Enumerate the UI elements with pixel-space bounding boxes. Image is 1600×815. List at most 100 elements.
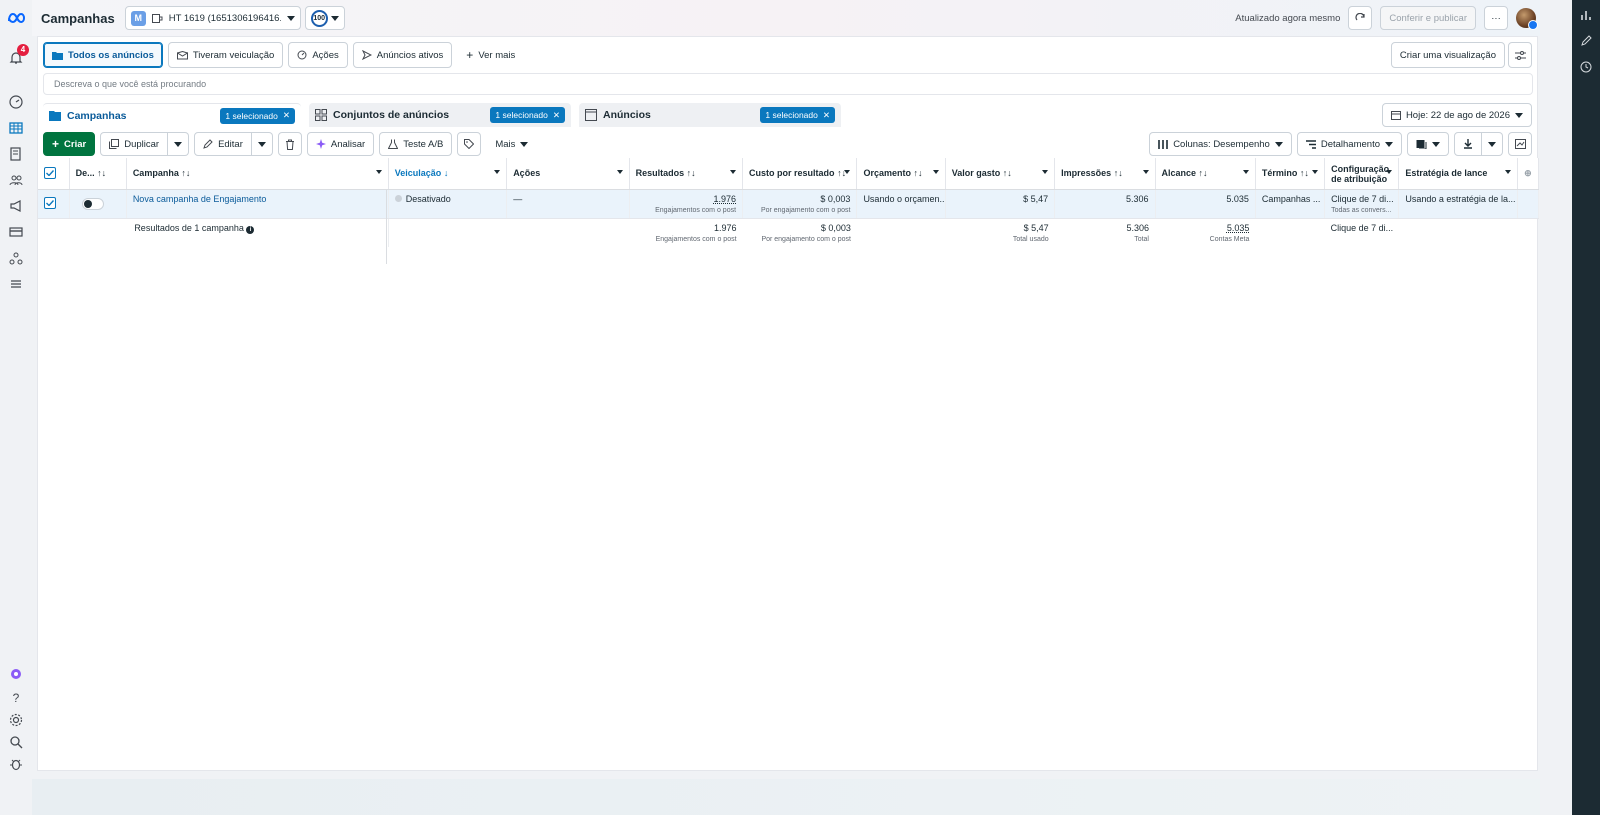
campaign-name-link[interactable]: Nova campanha de Engajamento <box>133 194 267 204</box>
more-options-button[interactable]: ··· <box>1484 6 1508 30</box>
settings-gear-icon[interactable] <box>6 710 26 730</box>
menu-hamburger-icon[interactable] <box>6 274 26 294</box>
chevron-down-icon[interactable] <box>616 170 623 174</box>
edit-dropdown[interactable] <box>251 132 273 156</box>
ab-test-button[interactable]: Teste A/B <box>379 132 453 156</box>
tab-adsets[interactable]: Conjuntos de anúncios 1 selecionado ✕ <box>309 103 571 127</box>
chevron-down-icon[interactable] <box>730 170 737 174</box>
column-header-campaign[interactable]: Campanha ↑↓ <box>126 158 389 190</box>
megaphone-icon[interactable] <box>6 196 26 216</box>
chevron-down-icon[interactable] <box>1312 170 1319 174</box>
sort-icon: ↑↓ <box>913 168 923 179</box>
chevron-down-icon[interactable] <box>494 170 501 174</box>
breakdown-button[interactable]: Detalhamento <box>1296 132 1402 156</box>
results-value[interactable]: 1.976 <box>714 194 737 204</box>
avatar[interactable] <box>1516 8 1538 30</box>
column-header-attribution[interactable]: Configuração de atribuição <box>1324 158 1400 190</box>
column-header-toggle[interactable]: De... ↑↓ <box>69 158 127 190</box>
column-header-amount-spent[interactable]: Valor gasto ↑↓ <box>945 158 1056 190</box>
chevron-down-icon[interactable] <box>932 170 939 174</box>
search-input[interactable]: Descreva o que você está procurando <box>43 73 1533 95</box>
info-icon[interactable]: i <box>246 225 255 234</box>
chevron-down-icon[interactable] <box>844 170 851 174</box>
selection-pill[interactable]: 1 selecionado ✕ <box>490 107 565 123</box>
chevron-down-icon[interactable] <box>1142 170 1149 174</box>
edit-button[interactable]: Editar <box>194 132 252 156</box>
help-icon[interactable]: ? <box>6 688 26 708</box>
export-button[interactable] <box>1454 132 1482 156</box>
close-icon[interactable]: ✕ <box>823 110 830 121</box>
charts-button[interactable] <box>1508 132 1532 156</box>
selection-pill[interactable]: 1 selecionado ✕ <box>220 107 295 124</box>
bug-report-icon[interactable] <box>6 754 26 774</box>
filter-had-delivery[interactable]: Tiveram veiculação <box>167 42 284 68</box>
delete-button[interactable] <box>277 132 302 156</box>
export-dropdown[interactable] <box>1482 132 1503 156</box>
meta-logo-icon[interactable] <box>6 8 28 28</box>
add-column-button[interactable]: ⊕ <box>1517 158 1540 190</box>
date-range-label: Hoje: 22 de ago de 2026 <box>1405 109 1510 121</box>
filter-see-more[interactable]: + Ver mais <box>457 42 525 68</box>
tab-ads[interactable]: Anúncios 1 selecionado ✕ <box>579 103 841 127</box>
sparkle-icon <box>315 139 326 149</box>
row-checkbox[interactable] <box>44 196 56 209</box>
filter-active-ads[interactable]: Anúncios ativos <box>352 42 453 68</box>
billing-card-icon[interactable] <box>6 222 26 242</box>
refresh-button[interactable] <box>1348 6 1373 30</box>
chevron-down-icon[interactable] <box>1042 170 1049 174</box>
column-header-results[interactable]: Resultados ↑↓ <box>629 158 744 190</box>
column-header-budget[interactable]: Orçamento ↑↓ <box>856 158 946 190</box>
column-header-reach[interactable]: Alcance ↑↓ <box>1155 158 1256 190</box>
ai-sparkle-icon[interactable] <box>6 664 26 684</box>
filter-all-ads[interactable]: Todos os anúncios <box>43 42 163 68</box>
audiences-icon[interactable] <box>6 170 26 190</box>
header-label: Orçamento <box>863 168 911 179</box>
opportunity-score-button[interactable]: 100 <box>304 6 345 30</box>
duplicate-button[interactable]: Duplicar <box>100 132 169 156</box>
review-publish-button[interactable]: Conferir e publicar <box>1380 6 1476 30</box>
reports-button[interactable] <box>1407 132 1449 156</box>
close-icon[interactable]: ✕ <box>553 110 560 121</box>
duplicate-dropdown[interactable] <box>168 132 190 156</box>
chevron-down-icon[interactable] <box>375 170 382 174</box>
tab-campaigns[interactable]: Campanhas 1 selecionado ✕ <box>43 103 301 127</box>
pencil-icon[interactable] <box>1579 34 1593 48</box>
selection-pill[interactable]: 1 selecionado ✕ <box>760 107 835 123</box>
summary-reach[interactable]: 5.035 <box>1227 223 1250 233</box>
create-button[interactable]: + Criar <box>43 132 96 156</box>
bar-chart-icon[interactable] <box>1579 8 1593 22</box>
column-header-cost-per-result[interactable]: Custo por resultado ↑↓ <box>742 158 858 190</box>
bottom-strip <box>32 779 1540 815</box>
notifications-bell-icon[interactable]: 4 <box>6 44 29 68</box>
close-icon[interactable]: ✕ <box>283 110 290 121</box>
date-range-picker[interactable]: Hoje: 22 de ago de 2026 <box>1381 103 1532 127</box>
more-button[interactable]: Mais <box>486 132 538 156</box>
business-settings-icon[interactable] <box>6 248 26 268</box>
ad-account-icon <box>151 13 163 23</box>
column-header-bid-strategy[interactable]: Estratégia de lance <box>1398 158 1518 190</box>
tag-button[interactable] <box>457 132 482 156</box>
view-settings-button[interactable] <box>1508 42 1532 68</box>
campaigns-table-icon[interactable] <box>6 118 26 138</box>
pages-icon[interactable] <box>6 144 26 164</box>
select-all-checkbox[interactable] <box>44 167 56 180</box>
column-header-actions[interactable]: Ações <box>506 158 630 190</box>
chevron-down-icon[interactable] <box>1242 170 1249 174</box>
column-header-end[interactable]: Término ↑↓ <box>1255 158 1326 190</box>
column-header-impressions[interactable]: Impressões ↑↓ <box>1054 158 1156 190</box>
history-clock-icon[interactable] <box>1579 60 1593 74</box>
select-all-header[interactable] <box>38 158 70 190</box>
analyze-button[interactable]: Analisar <box>306 132 375 156</box>
search-icon[interactable] <box>6 732 26 752</box>
column-header-delivery[interactable]: Veiculação ↓ <box>388 158 508 190</box>
columns-button[interactable]: Colunas: Desempenho <box>1149 132 1292 156</box>
chevron-down-icon[interactable] <box>1386 170 1393 174</box>
table-row[interactable]: Nova campanha de Engajamento Desativado … <box>38 189 1540 219</box>
header-label: De... <box>75 168 95 179</box>
chevron-down-icon[interactable] <box>1504 170 1511 174</box>
filter-actions[interactable]: Ações <box>288 42 348 68</box>
create-view-button[interactable]: Criar uma visualização <box>1390 42 1505 68</box>
delivery-toggle[interactable] <box>81 197 104 210</box>
account-selector[interactable]: M HT 1619 (1651306196416... <box>124 6 301 30</box>
overview-icon[interactable] <box>6 92 26 112</box>
